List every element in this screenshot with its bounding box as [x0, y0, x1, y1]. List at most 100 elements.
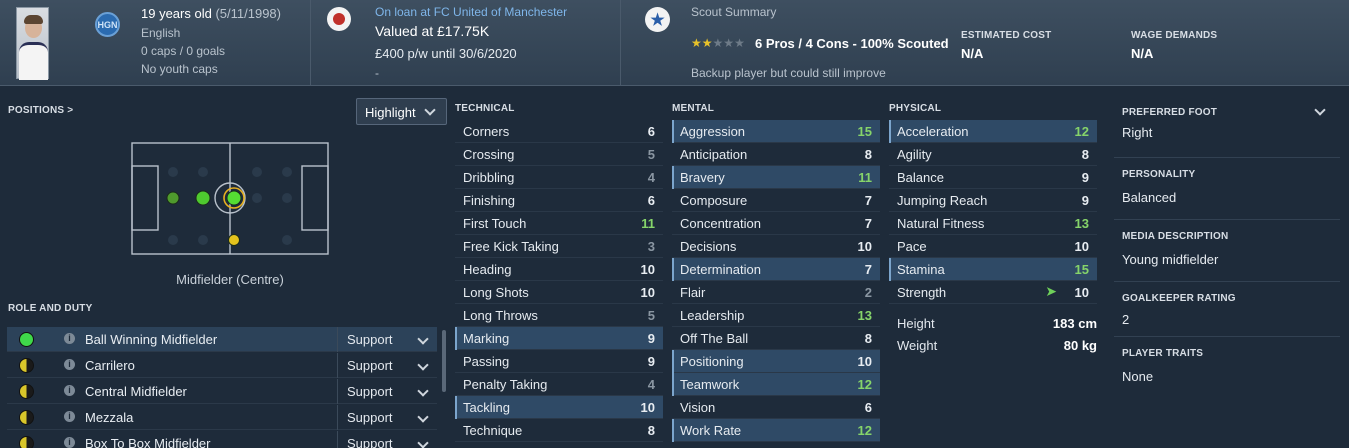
chevron-down-icon[interactable]	[1314, 104, 1326, 116]
attribute-value: 9	[1081, 170, 1089, 185]
mental-attribute-row[interactable]: Off The Ball 8	[672, 327, 880, 350]
role-row[interactable]: i Box To Box Midfielder Support	[7, 431, 437, 448]
positions-title[interactable]: POSITIONS >	[8, 105, 73, 116]
role-list-scrollbar[interactable]	[442, 330, 446, 392]
info-icon[interactable]: i	[64, 359, 75, 370]
role-row[interactable]: i Carrilero Support	[7, 353, 437, 378]
technical-attribute-row[interactable]: First Touch 11	[455, 212, 663, 235]
mental-attribute-row[interactable]: Composure 7	[672, 189, 880, 212]
mental-attribute-row[interactable]: Leadership 13	[672, 304, 880, 327]
physical-attribute-row[interactable]: Strength 10 ➤	[889, 281, 1097, 304]
attribute-name: Agility	[897, 147, 932, 162]
scout-pros-cons[interactable]: 6 Pros / 4 Cons - 100% Scouted	[755, 36, 949, 51]
mental-attribute-row[interactable]: Aggression 15	[672, 120, 880, 143]
personality-value: Balanced	[1122, 190, 1177, 205]
technical-attribute-row[interactable]: Dribbling 4	[455, 166, 663, 189]
mental-attribute-row[interactable]: Positioning 10	[672, 350, 880, 373]
role-name: Box To Box Midfielder	[85, 436, 211, 448]
attribute-name: Balance	[897, 170, 944, 185]
role-row[interactable]: i Ball Winning Midfielder Support	[7, 327, 437, 352]
role-suitability-icon	[19, 332, 34, 347]
info-icon[interactable]: i	[64, 333, 75, 344]
attribute-name: Passing	[463, 354, 510, 369]
attribute-name: Vision	[680, 400, 716, 415]
technical-attribute-row[interactable]: Tackling 10	[455, 396, 663, 419]
scout-summary-title: Scout Summary	[691, 5, 777, 19]
physical-attribute-row[interactable]: Pace 10	[889, 235, 1097, 258]
attribute-name: Flair	[680, 285, 706, 300]
technical-attribute-row[interactable]: Finishing 6	[455, 189, 663, 212]
mental-attribute-row[interactable]: Concentration 7	[672, 212, 880, 235]
duty-dropdown[interactable]: Support	[337, 405, 437, 430]
attribute-value: 9	[647, 354, 655, 369]
attribute-value: 11	[641, 216, 655, 231]
player-age: 19 years old	[141, 6, 212, 21]
role-row[interactable]: i Mezzala Support	[7, 405, 437, 430]
attribute-name: First Touch	[463, 216, 527, 231]
attribute-name: Positioning	[680, 354, 744, 369]
mental-attribute-row[interactable]: Bravery 11	[672, 166, 880, 189]
attribute-name: Composure	[680, 193, 748, 208]
role-row[interactable]: i Central Midfielder Support	[7, 379, 437, 404]
physical-attribute-row[interactable]: Balance 9	[889, 166, 1097, 189]
physical-attribute-row[interactable]: Stamina 15	[889, 258, 1097, 281]
divider	[620, 0, 621, 86]
mental-attribute-row[interactable]: Decisions 10	[672, 235, 880, 258]
duty-dropdown[interactable]: Support	[337, 431, 437, 448]
technical-title: TECHNICAL	[455, 103, 515, 114]
chevron-down-icon	[417, 385, 429, 397]
attribute-name: Decisions	[680, 239, 737, 254]
role-name: Mezzala	[85, 410, 134, 425]
height-label: Height	[897, 316, 935, 331]
mental-attribute-row[interactable]: Anticipation 8	[672, 143, 880, 166]
attribute-value: 12	[1074, 124, 1089, 139]
duty-dropdown[interactable]: Support	[337, 379, 437, 404]
attribute-value: 8	[864, 147, 872, 162]
attribute-name: Pace	[897, 239, 927, 254]
physical-attribute-row[interactable]: Natural Fitness 13	[889, 212, 1097, 235]
wage-demands-value: N/A	[1131, 46, 1154, 61]
attribute-name: Penalty Taking	[463, 377, 548, 392]
attribute-value: 3	[647, 239, 655, 254]
player-traits-section: PLAYER TRAITS None	[1114, 337, 1340, 399]
scout-note: Backup player but could still improve	[691, 66, 886, 80]
info-icon[interactable]: i	[64, 411, 75, 422]
physical-attribute-row[interactable]: Agility 8	[889, 143, 1097, 166]
highlight-dropdown[interactable]: Highlight	[356, 98, 447, 125]
technical-attribute-row[interactable]: Technique 8	[455, 419, 663, 442]
mental-attribute-row[interactable]: Flair 2	[672, 281, 880, 304]
position-dot	[228, 234, 240, 246]
attribute-name: Finishing	[463, 193, 516, 208]
technical-attribute-row[interactable]: Crossing 5	[455, 143, 663, 166]
mental-attribute-row[interactable]: Determination 7	[672, 258, 880, 281]
technical-attribute-row[interactable]: Free Kick Taking 3	[455, 235, 663, 258]
technical-attribute-row[interactable]: Heading 10	[455, 258, 663, 281]
mental-attribute-row[interactable]: Vision 6	[672, 396, 880, 419]
technical-attribute-row[interactable]: Penalty Taking 4	[455, 373, 663, 396]
nation-badge-icon: HGN	[95, 12, 120, 37]
physical-attribute-row[interactable]: Jumping Reach 9	[889, 189, 1097, 212]
physical-attribute-row[interactable]: Acceleration 12	[889, 120, 1097, 143]
loan-club-link[interactable]: On loan at FC United of Manchester	[375, 5, 567, 19]
player-traits-value: None	[1122, 369, 1154, 384]
position-dot[interactable]	[226, 190, 242, 206]
info-icon[interactable]: i	[64, 385, 75, 396]
technical-attribute-row[interactable]: Corners 6	[455, 120, 663, 143]
technical-attribute-row[interactable]: Marking 9	[455, 327, 663, 350]
technical-attribute-row[interactable]: Passing 9	[455, 350, 663, 373]
media-description-value: Young midfielder	[1122, 252, 1219, 267]
star-icon: ★	[712, 36, 724, 50]
goalkeeper-rating-label: GOALKEEPER RATING	[1122, 293, 1236, 304]
info-icon[interactable]: i	[64, 437, 75, 448]
highlight-dropdown-label: Highlight	[365, 105, 416, 120]
club-badge-icon	[327, 7, 351, 31]
duty-dropdown[interactable]: Support	[337, 327, 437, 352]
technical-attribute-row[interactable]: Long Throws 5	[455, 304, 663, 327]
position-dot	[195, 190, 211, 206]
duty-dropdown[interactable]: Support	[337, 353, 437, 378]
preferred-foot-label: PREFERRED FOOT	[1122, 107, 1218, 118]
star-icon: ★	[691, 36, 702, 50]
technical-attribute-row[interactable]: Long Shots 10	[455, 281, 663, 304]
mental-attribute-row[interactable]: Work Rate 12	[672, 419, 880, 442]
mental-attribute-row[interactable]: Teamwork 12	[672, 373, 880, 396]
